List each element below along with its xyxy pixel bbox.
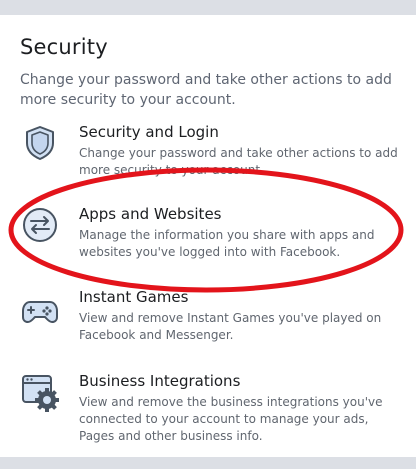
item-description: Manage the information you share with ap… bbox=[79, 228, 375, 259]
section-title: Security bbox=[20, 35, 108, 59]
shield-icon bbox=[20, 123, 60, 163]
security-panel: Security Change your password and take o… bbox=[0, 15, 416, 457]
item-title: Business Integrations bbox=[79, 372, 241, 390]
section-description: Change your password and take other acti… bbox=[20, 72, 392, 108]
item-description: View and remove the business integration… bbox=[79, 395, 383, 443]
gamepad-icon bbox=[20, 290, 60, 330]
item-description: Change your password and take other acti… bbox=[79, 146, 398, 177]
item-description: View and remove Instant Games you've pla… bbox=[79, 311, 382, 342]
item-title: Security and Login bbox=[79, 123, 219, 141]
window-gear-icon bbox=[20, 372, 60, 412]
item-title: Apps and Websites bbox=[79, 205, 222, 223]
item-title: Instant Games bbox=[79, 288, 189, 306]
arrows-swap-icon bbox=[20, 205, 60, 245]
